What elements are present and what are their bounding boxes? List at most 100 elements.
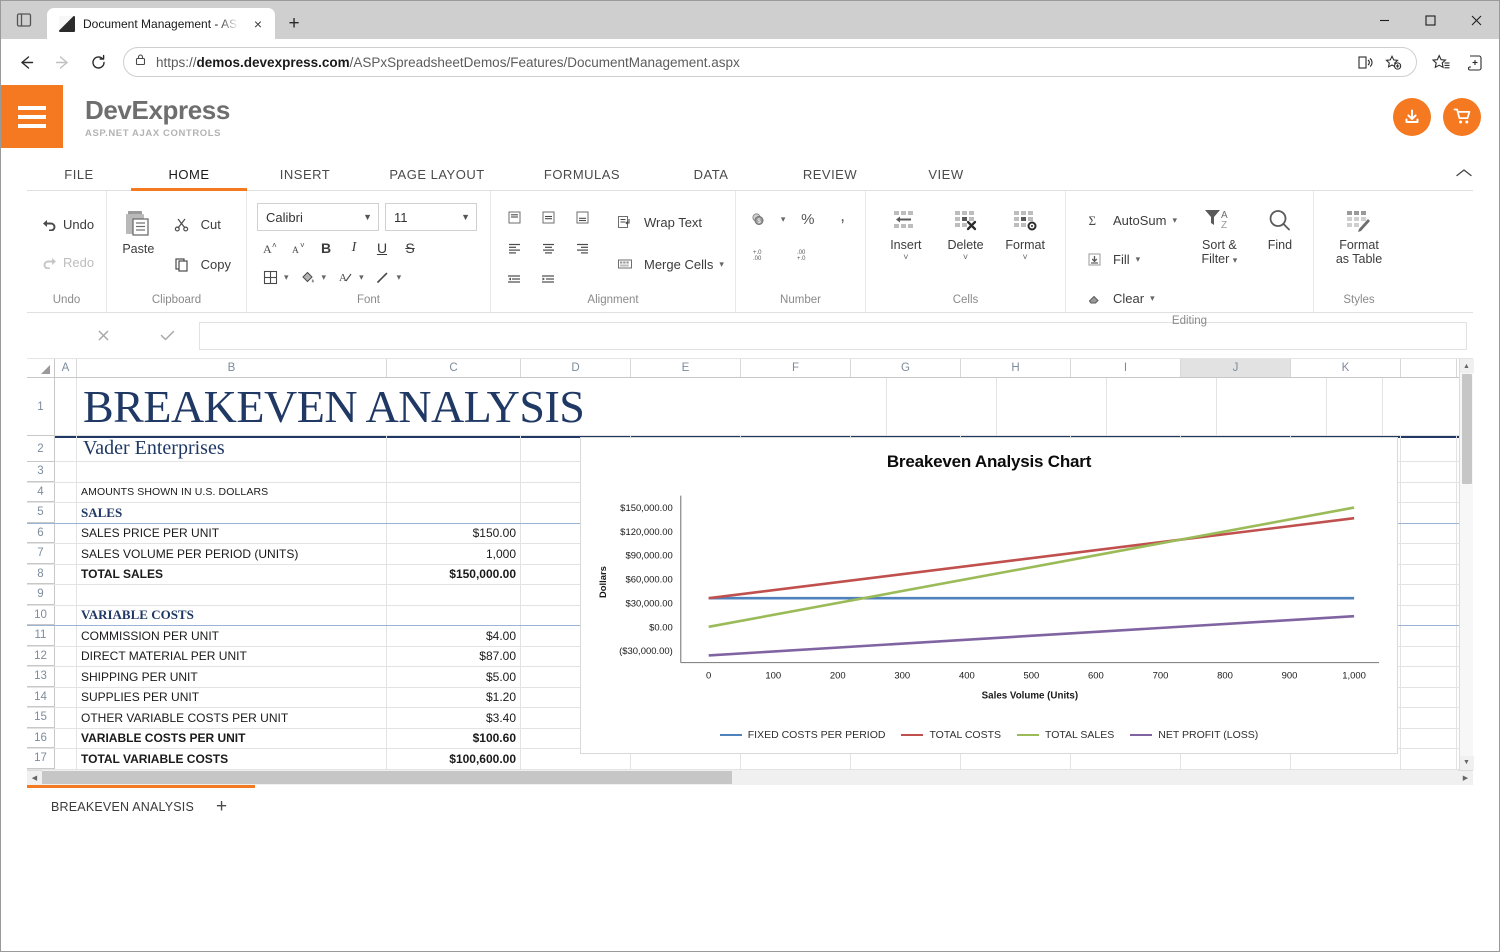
- cell-a3[interactable]: [55, 462, 77, 482]
- select-all-corner[interactable]: [27, 359, 55, 377]
- cell-c10[interactable]: [387, 606, 521, 626]
- decrease-indent-icon[interactable]: [501, 267, 527, 291]
- cell-l5[interactable]: [1401, 503, 1457, 523]
- add-sheet-button[interactable]: +: [216, 797, 227, 816]
- cell-b12[interactable]: DIRECT MATERIAL PER UNIT: [77, 647, 387, 667]
- cell-c16[interactable]: $100.60: [387, 729, 521, 749]
- cell-l15[interactable]: [1401, 708, 1457, 728]
- row-header[interactable]: 6: [27, 524, 55, 544]
- align-right-icon[interactable]: [569, 236, 595, 260]
- format-painter-dropdown-icon[interactable]: ▾: [397, 273, 402, 282]
- cell-c15[interactable]: $3.40: [387, 708, 521, 728]
- borders-icon[interactable]: [257, 265, 283, 289]
- collections-icon[interactable]: [1459, 46, 1491, 78]
- scroll-left-arrow[interactable]: ◀: [27, 770, 42, 785]
- cell-a16[interactable]: [55, 729, 77, 749]
- cell-a14[interactable]: [55, 688, 77, 708]
- merge-cells-dropdown-icon[interactable]: ▾: [719, 260, 724, 269]
- merge-cells-button[interactable]: Merge Cells ▾: [607, 249, 729, 279]
- accept-check-icon[interactable]: [135, 313, 199, 359]
- font-name-select[interactable]: Calibri ▼: [257, 203, 379, 231]
- favorites-icon[interactable]: [1425, 46, 1457, 78]
- vertical-scroll-thumb[interactable]: [1462, 374, 1472, 484]
- format-painter-icon[interactable]: [370, 265, 396, 289]
- cell-c6[interactable]: $150.00: [387, 524, 521, 544]
- bold-button[interactable]: B: [313, 236, 339, 260]
- legend-item-fixed-costs[interactable]: FIXED COSTS PER PERIOD: [720, 729, 886, 741]
- cell-b6[interactable]: SALES PRICE PER UNIT: [77, 524, 387, 544]
- cell-b15[interactable]: OTHER VARIABLE COSTS PER UNIT: [77, 708, 387, 728]
- fill-button[interactable]: Fill ▾: [1076, 244, 1182, 274]
- sort-filter-button[interactable]: AZ Sort & Filter ▾: [1194, 205, 1245, 313]
- row-header[interactable]: 15: [27, 708, 55, 728]
- column-header-k[interactable]: K: [1291, 359, 1401, 377]
- row-header[interactable]: 7: [27, 544, 55, 564]
- chevron-down-icon[interactable]: ˅: [963, 253, 968, 262]
- cell-a9[interactable]: [55, 585, 77, 605]
- percent-format-button[interactable]: %: [795, 207, 820, 231]
- row-header[interactable]: 13: [27, 667, 55, 687]
- cut-button[interactable]: Cut: [164, 209, 236, 239]
- cell-b9[interactable]: [77, 585, 387, 605]
- hamburger-menu-icon[interactable]: [1, 85, 63, 148]
- legend-item-total-costs[interactable]: TOTAL COSTS: [901, 729, 1001, 741]
- underline-button[interactable]: U: [369, 236, 395, 260]
- cell-c12[interactable]: $87.00: [387, 647, 521, 667]
- cell-c9[interactable]: [387, 585, 521, 605]
- cell-g1[interactable]: [777, 378, 887, 435]
- redo-button[interactable]: Redo: [37, 247, 96, 277]
- sheet-tab-breakeven-analysis[interactable]: BREAKEVEN ANALYSIS: [51, 800, 194, 814]
- insert-cells-button[interactable]: Insert ˅: [876, 207, 936, 292]
- cell-a10[interactable]: [55, 606, 77, 626]
- cell-j1[interactable]: [1107, 378, 1217, 435]
- strikethrough-button[interactable]: S: [397, 236, 423, 260]
- cell-l16[interactable]: [1401, 729, 1457, 749]
- font-color-icon[interactable]: A: [332, 265, 358, 289]
- legend-item-net-profit[interactable]: NET PROFIT (LOSS): [1130, 729, 1258, 741]
- cell-a6[interactable]: [55, 524, 77, 544]
- row-header[interactable]: 11: [27, 626, 55, 646]
- wrap-text-button[interactable]: Wrap Text: [607, 207, 729, 237]
- cell-b5[interactable]: SALES: [77, 503, 387, 523]
- breakeven-analysis-chart[interactable]: Breakeven Analysis Chart $150,000.00 $12…: [580, 437, 1398, 754]
- cell-b13[interactable]: SHIPPING PER UNIT: [77, 667, 387, 687]
- column-header-j[interactable]: J: [1181, 359, 1291, 377]
- align-left-icon[interactable]: [501, 236, 527, 260]
- cell-l13[interactable]: [1401, 667, 1457, 687]
- cell-a17[interactable]: [55, 749, 77, 769]
- row-header[interactable]: 8: [27, 565, 55, 585]
- cell-b17[interactable]: TOTAL VARIABLE COSTS: [77, 749, 387, 769]
- cell-b4[interactable]: AMOUNTS SHOWN IN U.S. DOLLARS: [77, 483, 387, 503]
- add-favorite-icon[interactable]: [1380, 49, 1406, 75]
- cell-l11[interactable]: [1401, 626, 1457, 646]
- minimize-button[interactable]: [1361, 1, 1407, 39]
- increase-decimal-icon[interactable]: +.0.00: [750, 243, 776, 267]
- row-header[interactable]: 5: [27, 503, 55, 523]
- format-as-table-button[interactable]: Format as Table: [1324, 207, 1394, 292]
- cell-b16[interactable]: VARIABLE COSTS PER UNIT: [77, 729, 387, 749]
- close-tab-icon[interactable]: ×: [247, 13, 269, 35]
- ribbon-tab-home[interactable]: HOME: [131, 167, 247, 190]
- clear-dropdown-icon[interactable]: ▾: [1150, 294, 1155, 303]
- comma-format-button[interactable]: ,: [830, 207, 855, 231]
- cell-a7[interactable]: [55, 544, 77, 564]
- back-arrow-icon[interactable]: [9, 45, 43, 79]
- font-size-select[interactable]: 11 ▼: [385, 203, 477, 231]
- column-header-partial[interactable]: [1401, 359, 1457, 377]
- borders-dropdown-icon[interactable]: ▾: [284, 273, 289, 282]
- italic-button[interactable]: I: [341, 236, 367, 260]
- ribbon-tab-data[interactable]: DATA: [653, 167, 769, 190]
- align-bottom-icon[interactable]: [569, 205, 595, 229]
- row-header[interactable]: 14: [27, 688, 55, 708]
- cell-l6[interactable]: [1401, 524, 1457, 544]
- format-cells-button[interactable]: Format ˅: [995, 207, 1055, 292]
- cell-a12[interactable]: [55, 647, 77, 667]
- undo-button[interactable]: Undo: [37, 209, 96, 239]
- close-window-button[interactable]: [1453, 1, 1499, 39]
- forward-arrow-icon[interactable]: [45, 45, 79, 79]
- cell-c8[interactable]: $150,000.00: [387, 565, 521, 585]
- cell-b2[interactable]: Vader Enterprises: [77, 436, 387, 461]
- cell-b1[interactable]: BREAKEVEN ANALYSIS: [77, 378, 777, 435]
- cell-a13[interactable]: [55, 667, 77, 687]
- fill-color-icon[interactable]: [295, 265, 321, 289]
